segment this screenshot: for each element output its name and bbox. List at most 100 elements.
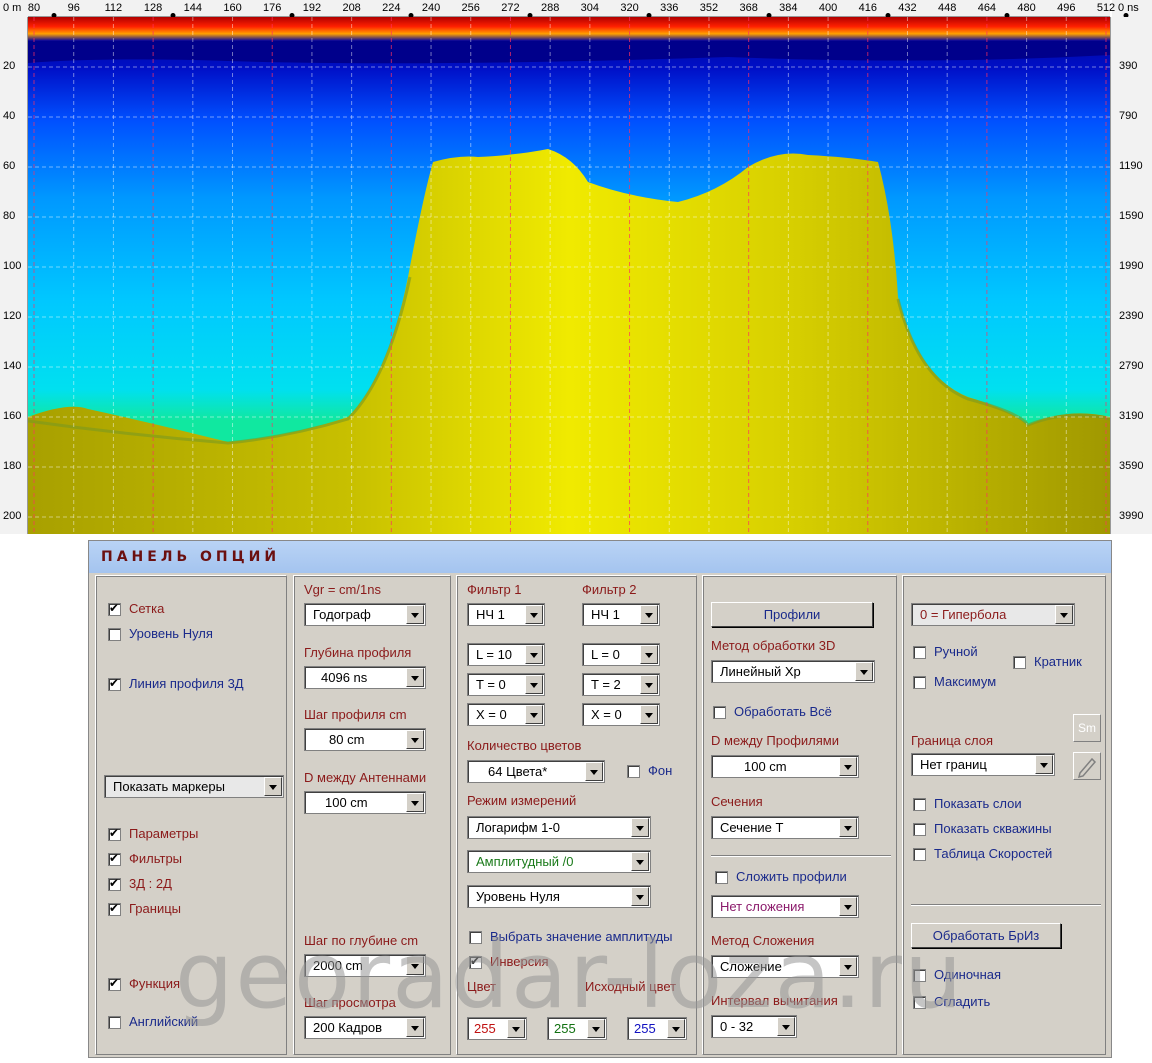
green-value-select[interactable]: 255 xyxy=(547,1017,607,1040)
chevron-down-icon xyxy=(406,956,424,975)
pencil-button[interactable] xyxy=(1073,752,1101,780)
maximum-checkbox[interactable] xyxy=(913,676,926,689)
method-3d-label: Метод обработки 3D xyxy=(711,638,836,653)
chevron-down-icon xyxy=(406,1018,424,1037)
radargram-image[interactable] xyxy=(28,17,1110,534)
filter-2-t-select[interactable]: T = 2 xyxy=(582,673,660,696)
process-all-checkbox[interactable] xyxy=(713,706,726,719)
velocity-label: Vgr = cm/1ns xyxy=(304,582,381,597)
chevron-down-icon xyxy=(507,1019,525,1038)
depth-tick-label: 100 xyxy=(3,260,22,272)
show-wells-checkbox[interactable] xyxy=(913,823,926,836)
red-value-select[interactable]: 255 xyxy=(467,1017,527,1040)
profile-line-3d-checkbox[interactable] xyxy=(108,676,121,691)
display-options-column: Сетка Уровень Нуля Линия профиля 3Д Пока… xyxy=(95,575,287,1055)
amplitude-mode-select[interactable]: Амплитудный /0 xyxy=(467,850,651,873)
distance-tick-label: 384 xyxy=(779,2,798,14)
smooth-checkbox[interactable] xyxy=(913,996,926,1009)
filter-2-l-select[interactable]: L = 0 xyxy=(582,643,660,666)
distance-tick-label: 432 xyxy=(898,2,917,14)
velocity-table-checkbox[interactable] xyxy=(913,848,926,861)
zero-level-label: Уровень Нуля xyxy=(129,626,213,641)
show-layers-label: Показать слои xyxy=(934,796,1022,811)
source-color-label: Исходный цвет xyxy=(585,979,677,994)
smooth-icon: Sm xyxy=(1078,721,1096,735)
filter-1-l-select[interactable]: L = 10 xyxy=(467,643,545,666)
distance-tick-label: 96 xyxy=(67,2,80,14)
chevron-down-icon xyxy=(631,887,649,906)
sections-select[interactable]: Сечение T xyxy=(711,816,859,839)
hyperbola-select[interactable]: 0 = Гипербола xyxy=(911,603,1075,626)
time-tick-label: 2790 xyxy=(1119,360,1144,372)
profiles-button[interactable]: Профили xyxy=(711,602,873,627)
parameters-checkbox[interactable] xyxy=(108,826,121,841)
filters-checkbox[interactable] xyxy=(108,851,121,866)
distance-tick-label: 208 xyxy=(342,2,361,14)
depth-tick-label: 40 xyxy=(3,110,16,122)
chevron-down-icon xyxy=(406,668,424,687)
summation-select[interactable]: Нет сложения xyxy=(711,895,859,918)
markers-select[interactable]: Показать маркеры xyxy=(104,775,284,798)
filter-2-type-select[interactable]: НЧ 1 xyxy=(582,603,660,626)
view-step-select[interactable]: 200 Кадров xyxy=(304,1016,426,1039)
profile-step-select[interactable]: 80 cm xyxy=(304,728,426,751)
show-layers-checkbox[interactable] xyxy=(913,798,926,811)
summation-method-select[interactable]: Сложение xyxy=(711,955,859,978)
summation-method-label: Метод Сложения xyxy=(711,933,815,948)
filter-1-type-select[interactable]: НЧ 1 xyxy=(467,603,545,626)
profile-distance-select[interactable]: 100 cm xyxy=(711,755,859,778)
distance-tick-label: 304 xyxy=(580,2,600,14)
color-count-select[interactable]: 64 Цвета* xyxy=(467,760,605,783)
zero-level-select[interactable]: Уровень Нуля xyxy=(467,885,651,908)
english-label: Английский xyxy=(129,1014,199,1029)
maximum-label: Максимум xyxy=(934,674,997,689)
multiple-checkbox[interactable] xyxy=(1013,656,1026,669)
filter-1-t-select[interactable]: T = 0 xyxy=(467,673,545,696)
view-3d-2d-checkbox[interactable] xyxy=(108,876,121,891)
chevron-down-icon xyxy=(1055,605,1073,624)
divider xyxy=(711,855,891,857)
velocity-select[interactable]: Годограф xyxy=(304,603,426,626)
profile-depth-select[interactable]: 4096 ns xyxy=(304,666,426,689)
zero-level-checkbox[interactable] xyxy=(108,628,121,641)
smooth-button[interactable]: Sm xyxy=(1073,714,1101,742)
view-step-label: Шаг просмотра xyxy=(304,995,396,1010)
depth-tick-label: 180 xyxy=(3,460,22,472)
process-all-label: Обработать Всё xyxy=(734,704,832,719)
layer-boundary-select[interactable]: Нет границ xyxy=(911,753,1055,776)
blue-value-select[interactable]: 255 xyxy=(627,1017,687,1040)
sum-profiles-label: Сложить профили xyxy=(736,869,847,884)
antenna-distance-select[interactable]: 100 cm xyxy=(304,791,426,814)
grid-checkbox[interactable] xyxy=(108,601,121,616)
view-3d-2d-label: 3Д : 2Д xyxy=(129,876,172,891)
depth-step-select[interactable]: 2000 cm xyxy=(304,954,426,977)
distance-tick-label: 192 xyxy=(302,2,322,14)
background-checkbox[interactable] xyxy=(627,765,640,778)
single-checkbox[interactable] xyxy=(913,969,926,982)
chevron-down-icon xyxy=(406,730,424,749)
chevron-down-icon xyxy=(1035,755,1053,774)
method-3d-select[interactable]: Линейный Хр xyxy=(711,660,875,683)
profile-settings-column: Vgr = cm/1ns Годограф Глубина профиля 40… xyxy=(293,575,451,1055)
time-tick-label: 3190 xyxy=(1119,410,1144,422)
subtraction-interval-select[interactable]: 0 - 32 xyxy=(711,1015,797,1038)
measurement-mode-select[interactable]: Логарифм 1-0 xyxy=(467,816,651,839)
process-briz-button[interactable]: Обработать БрИз xyxy=(911,923,1061,948)
filter-2-x-select[interactable]: X = 0 xyxy=(582,703,660,726)
depth-tick-label: 120 xyxy=(3,310,22,322)
time-tick-label: 1590 xyxy=(1119,210,1144,222)
manual-checkbox[interactable] xyxy=(913,646,926,659)
inversion-checkbox[interactable] xyxy=(469,954,482,969)
sum-profiles-checkbox[interactable] xyxy=(715,871,728,884)
borders-checkbox[interactable] xyxy=(108,901,121,916)
select-amplitude-checkbox[interactable] xyxy=(469,931,482,944)
distance-tick-label: 448 xyxy=(937,2,957,14)
english-checkbox[interactable] xyxy=(108,1016,121,1029)
color-count-label: Количество цветов xyxy=(467,738,582,753)
borders-label: Границы xyxy=(129,901,181,916)
filter-1-x-select[interactable]: X = 0 xyxy=(467,703,545,726)
distance-tick-label: 160 xyxy=(223,2,242,14)
time-ruler: 390 790 1190 1590 1990 2390 2790 3190 3590 3990 xyxy=(1110,17,1152,534)
function-checkbox[interactable] xyxy=(108,976,121,991)
filter-1-label: Фильтр 1 xyxy=(467,582,522,597)
